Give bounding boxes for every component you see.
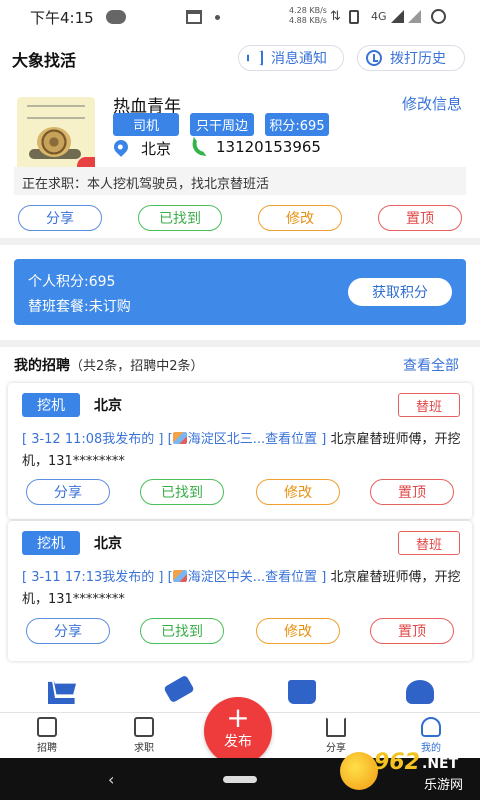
call-history-label: 拨打历史 — [390, 51, 446, 67]
watermark-logo: 962 .NET 乐游网 — [340, 748, 474, 794]
back-icon[interactable]: ‹ — [108, 770, 114, 789]
section-title: 我的招聘（共2条，招聘中2条） — [14, 355, 204, 375]
page-title: 大象找活 — [12, 51, 77, 70]
forklift-icon[interactable] — [288, 680, 316, 704]
status-bar: 下午4:15 4.28 KB/s 4.88 KB/s ⇅ 4G — [0, 0, 480, 34]
tab-recruit[interactable]: 招聘 — [17, 717, 77, 754]
call-history-button[interactable]: 拨打历史 — [357, 45, 465, 71]
area-tag: 只干周边 — [190, 113, 254, 136]
map-icon — [172, 570, 187, 582]
dot-icon — [215, 15, 220, 20]
profile-card: 热血青年 修改信息 司机 只干周边 积分:695 北京 13120153965 … — [0, 80, 480, 238]
job-seeking-status: 正在求职：本人挖机驾驶员，找北京替班活 — [14, 167, 466, 195]
speed-up: 4.28 KB/s — [289, 6, 327, 15]
speed-down: 4.88 KB/s — [289, 16, 327, 25]
person-icon — [421, 717, 441, 737]
share-icon — [326, 717, 346, 737]
points-tag: 积分:695 — [265, 113, 329, 136]
signal-icon-secondary — [408, 10, 421, 23]
edit-info-link[interactable]: 修改信息 — [402, 93, 462, 114]
signal-icon — [391, 10, 404, 23]
user-city: 北京 — [141, 140, 172, 158]
plus-icon: + — [226, 701, 250, 734]
job-description: [ 3-12 11:08我发布的 ] [海淀区北三...查看位置 ] 北京雇替班… — [22, 429, 462, 473]
job-pin-button[interactable]: 置顶 — [370, 479, 454, 505]
profile-share-button[interactable]: 分享 — [18, 205, 102, 231]
publish-label: 发布 — [224, 734, 252, 750]
job-edit-button[interactable]: 修改 — [256, 479, 340, 505]
snail-shell — [37, 127, 71, 157]
clock-icon — [366, 50, 382, 66]
job-type-tag: 挖机 — [22, 393, 80, 417]
cart-icon[interactable] — [48, 680, 76, 704]
personal-points: 个人积分:695 — [28, 274, 116, 290]
view-all-link[interactable]: 查看全部 — [403, 355, 459, 375]
job-card[interactable]: 挖机 北京 替班 [ 3-11 17:13我发布的 ] [ 海淀区中关...查看位… — [8, 521, 472, 661]
alarm-icon — [431, 9, 446, 24]
job-post-time: [ 3-12 11:08我发布的 ] [ — [22, 432, 173, 447]
watermark-net: .NET — [422, 756, 459, 772]
get-points-button[interactable]: 获取积分 — [348, 278, 452, 306]
id-card-icon — [134, 717, 154, 737]
profile-pin-button[interactable]: 置顶 — [378, 205, 462, 231]
job-found-button[interactable]: 已找到 — [140, 618, 224, 644]
points-panel: 个人积分:695 替班套餐:未订购 获取积分 — [14, 259, 466, 325]
location-pin-icon — [111, 137, 131, 157]
plan-status: 替班套餐:未订购 — [28, 299, 131, 315]
my-recruitment-section: 我的招聘（共2条，招聘中2条） 查看全部 挖机 北京 替班 [ 3-12 11:… — [0, 347, 480, 672]
notifications-label: 消息通知 — [271, 51, 327, 67]
section-title-text: 我的招聘 — [14, 358, 70, 374]
view-location-link[interactable]: 海淀区中关...查看位置 ] — [188, 570, 327, 585]
chat-icon — [105, 10, 126, 24]
map-icon — [172, 432, 187, 444]
job-card[interactable]: 挖机 北京 替班 [ 3-12 11:08我发布的 ] [ 海淀区北三...查看位… — [8, 383, 472, 519]
profile-found-button[interactable]: 已找到 — [138, 205, 222, 231]
job-pin-button[interactable]: 置顶 — [370, 618, 454, 644]
network-speed: 4.28 KB/s 4.88 KB/s — [289, 6, 327, 26]
view-location-link[interactable]: 海淀区北三...查看位置 ] — [188, 432, 327, 447]
job-description: [ 3-11 17:13我发布的 ] [海淀区中关...查看位置 ] 北京雇替班… — [22, 567, 462, 611]
user-phone[interactable]: 13120153965 — [216, 138, 321, 156]
watermark-number: 962 — [374, 750, 420, 775]
job-badge: 替班 — [398, 531, 460, 555]
vibrate-icon — [349, 10, 359, 24]
job-edit-button[interactable]: 修改 — [256, 618, 340, 644]
speaker-icon — [247, 50, 263, 66]
watermark-text: 乐游网 — [424, 778, 464, 793]
recruitment-count: （共2条，招聘中2条） — [70, 359, 204, 374]
calendar-icon — [186, 10, 202, 24]
job-type-tag: 挖机 — [22, 531, 80, 555]
job-share-button[interactable]: 分享 — [26, 479, 110, 505]
app-header: 大象找活 消息通知 拨打历史 — [0, 34, 480, 80]
job-post-time: [ 3-11 17:13我发布的 ] [ — [22, 570, 173, 585]
points-section: 个人积分:695 替班套餐:未订购 获取积分 — [0, 245, 480, 340]
role-tag: 司机 — [113, 113, 179, 136]
publish-button[interactable]: + 发布 — [204, 697, 272, 765]
tab-job-seek[interactable]: 求职 — [114, 717, 174, 754]
job-share-button[interactable]: 分享 — [26, 618, 110, 644]
profile-edit-button[interactable]: 修改 — [258, 205, 342, 231]
phone-icon — [190, 136, 210, 157]
bag-icon[interactable] — [406, 680, 434, 704]
job-city: 北京 — [94, 536, 122, 552]
tab-recruit-label: 招聘 — [37, 743, 57, 754]
tab-job-seek-label: 求职 — [134, 743, 154, 754]
home-bar[interactable] — [223, 776, 257, 783]
watermark-ball — [340, 752, 378, 790]
job-found-button[interactable]: 已找到 — [140, 479, 224, 505]
status-time: 下午4:15 — [30, 8, 94, 27]
notifications-button[interactable]: 消息通知 — [238, 45, 344, 71]
avatar[interactable] — [17, 97, 95, 175]
network-type: 4G — [371, 10, 387, 23]
data-arrows-icon: ⇅ — [330, 9, 341, 24]
job-badge: 替班 — [398, 393, 460, 417]
job-city: 北京 — [94, 398, 122, 414]
price-tag-icon[interactable] — [163, 674, 195, 704]
document-icon — [37, 717, 57, 737]
avatar-text-decoration — [27, 105, 85, 119]
